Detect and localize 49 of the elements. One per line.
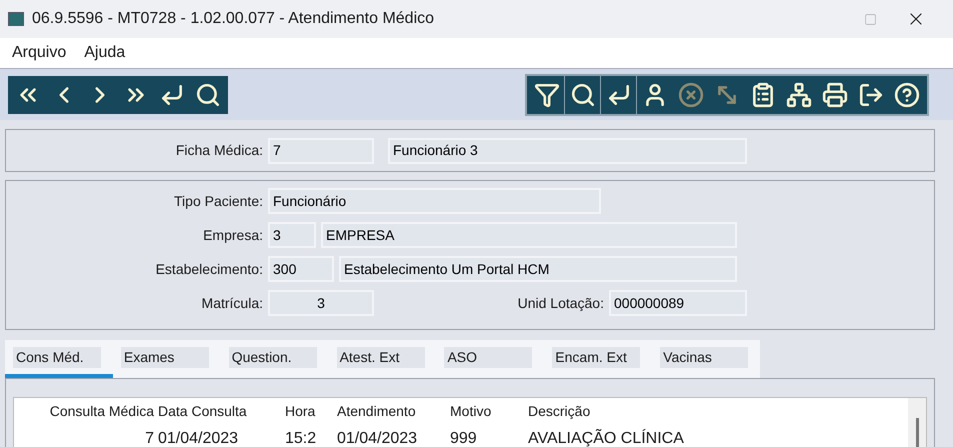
search-icon — [195, 82, 221, 108]
search-icon — [570, 82, 596, 108]
tab[interactable]: Encam. Ext — [544, 340, 652, 378]
column-header: Descrição — [527, 402, 592, 421]
tab[interactable]: ASO — [436, 340, 544, 378]
filter-icon — [534, 82, 560, 108]
text-field[interactable]: 000000089 — [609, 290, 747, 316]
field-label: Empresa: — [202, 226, 263, 245]
tab[interactable]: Cons Méd. — [5, 340, 113, 378]
text-field[interactable]: Funcionário — [268, 188, 601, 214]
app-icon — [8, 12, 24, 26]
table-cell[interactable]: AVALIAÇÃO CLÍNICA — [527, 427, 908, 447]
table-cell[interactable]: 7 — [14, 427, 157, 447]
tree-icon — [786, 82, 812, 108]
table-cell[interactable]: 01/04/2023 — [157, 427, 284, 447]
field-label: Matrícula: — [200, 294, 263, 312]
printer-icon — [822, 82, 848, 108]
column-header: Data Consulta — [157, 402, 248, 421]
table-cell[interactable]: 999 — [449, 427, 527, 447]
tab[interactable]: Atest. Ext — [328, 340, 436, 378]
circle-x-icon — [678, 82, 704, 108]
text-field[interactable]: EMPRESA — [321, 222, 737, 248]
field-label: Ficha Médica: — [174, 141, 263, 160]
text-field[interactable]: 300 — [268, 256, 334, 282]
tab[interactable]: Vacinas — [652, 340, 760, 378]
help-icon — [894, 82, 920, 108]
tab[interactable]: Question. — [220, 340, 329, 378]
column-header: Atendimento — [336, 402, 417, 421]
scrollbar — [908, 398, 926, 447]
window-title: 06.9.5596 - MT0728 - 1.02.00.077 - Atendimento Médico — [32, 9, 434, 29]
menu-item[interactable]: Ajuda — [84, 41, 126, 65]
tab[interactable]: Exames — [112, 340, 221, 378]
text-field[interactable]: Estabelecimento Um Portal HCM — [339, 256, 737, 282]
text-field[interactable]: 3 — [268, 290, 374, 316]
exit-icon — [858, 82, 884, 108]
column-header: Motivo — [449, 402, 492, 421]
field-label: Unid Lotação: — [516, 294, 604, 313]
table-cell[interactable]: 01/04/2023 — [336, 427, 449, 447]
field-label: Estabelecimento: — [154, 260, 263, 278]
maximize-icon — [864, 12, 876, 26]
clipboard-icon — [750, 82, 776, 108]
text-field[interactable]: 7 — [268, 138, 374, 164]
column-header: Consulta Médica — [48, 402, 155, 421]
text-field[interactable]: 3 — [268, 222, 316, 248]
column-header: Hora — [284, 402, 316, 421]
menu-item[interactable]: Arquivo — [12, 41, 66, 65]
text-field[interactable]: Funcionário 3 — [388, 138, 747, 164]
field-label: Tipo Paciente: — [173, 192, 263, 211]
table-cell[interactable]: 15:2 — [284, 427, 336, 447]
